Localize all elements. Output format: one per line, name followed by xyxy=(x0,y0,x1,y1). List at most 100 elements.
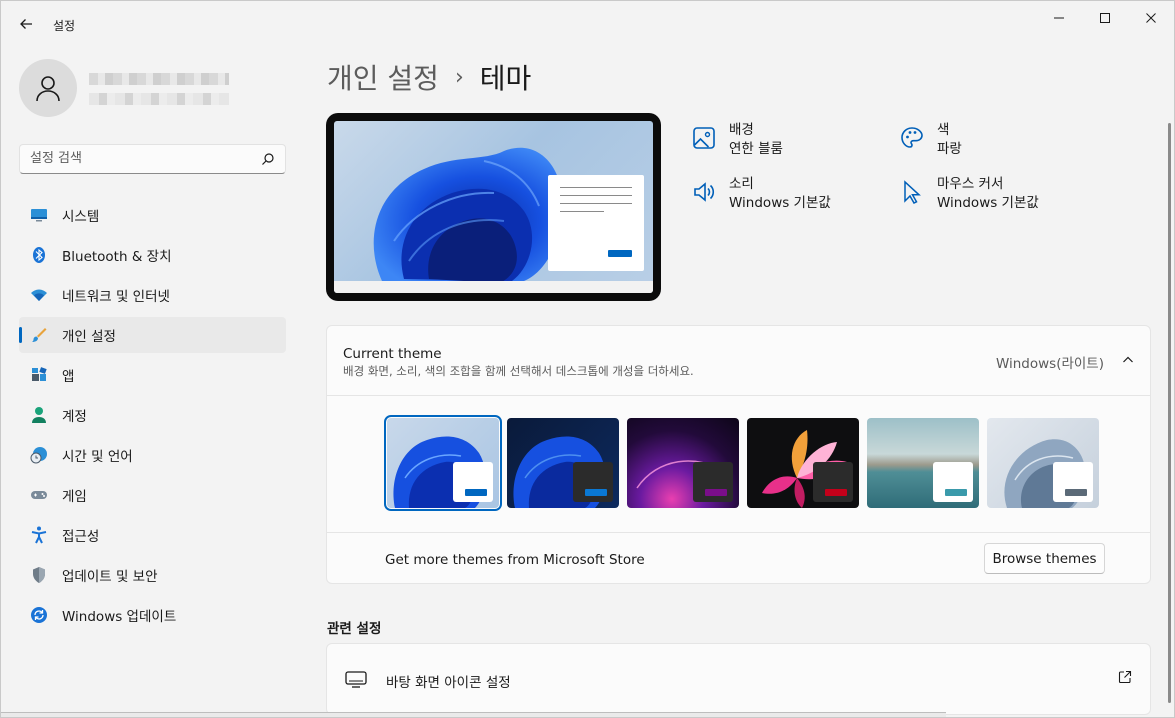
vertical-scrollbar[interactable] xyxy=(1168,123,1171,703)
theme-thumbnail-windows-dark[interactable] xyxy=(507,418,619,508)
current-theme-value: Windows(라이트) xyxy=(995,356,1104,372)
current-theme-header[interactable]: Current theme 배경 화면, 소리, 색의 조합을 함께 선택해서 … xyxy=(327,326,1150,396)
preview-text-line xyxy=(560,195,632,196)
sidebar-item-windows-update[interactable]: Windows 업데이트 xyxy=(19,597,286,633)
minimize-icon xyxy=(1054,17,1064,19)
sidebar-item-label: Windows 업데이트 xyxy=(62,609,177,625)
sidebar-item-personalization[interactable]: 개인 설정 xyxy=(19,317,286,353)
theme-thumbnail-captured-motion[interactable] xyxy=(747,418,859,508)
sidebar-item-label: 접근성 xyxy=(62,529,100,545)
theme-thumbnail-windows-light[interactable] xyxy=(384,415,502,511)
sidebar-item-gaming[interactable]: 게임 xyxy=(19,477,286,513)
chevron-up-icon[interactable] xyxy=(1122,354,1134,366)
wifi-icon xyxy=(29,285,49,305)
sidebar-item-label: 앱 xyxy=(62,369,75,385)
theme-accent-swatch xyxy=(825,489,847,496)
monitor-icon xyxy=(29,205,49,225)
preview-screen xyxy=(334,121,653,293)
bluetooth-icon xyxy=(29,245,49,265)
external-link-icon xyxy=(1118,670,1132,684)
search-input[interactable] xyxy=(30,151,250,166)
color-setting[interactable]: 색 파랑 xyxy=(899,121,962,159)
store-row: Get more themes from Microsoft Store Bro… xyxy=(327,533,1150,583)
blurred-user-email xyxy=(89,93,229,105)
sidebar-item-accessibility[interactable]: 접근성 xyxy=(19,517,286,553)
preview-text-line xyxy=(560,187,632,188)
theme-thumbnail-flow[interactable] xyxy=(987,418,1099,508)
preview-text-line xyxy=(560,203,632,204)
window-controls xyxy=(1036,1,1174,35)
breadcrumb-parent[interactable]: 개인 설정 xyxy=(327,57,439,97)
theme-sample-card xyxy=(453,462,493,502)
sidebar-item-network[interactable]: 네트워크 및 인터넷 xyxy=(19,277,286,313)
close-button[interactable] xyxy=(1128,1,1174,35)
title-bar: 설정 xyxy=(1,1,1174,49)
preview-accent-button xyxy=(608,250,632,257)
brush-icon xyxy=(29,325,49,345)
sidebar-item-label: 업데이트 및 보안 xyxy=(62,569,158,585)
theme-gallery xyxy=(327,396,1150,533)
mouse-cursor-setting[interactable]: 마우스 커서 Windows 기본값 xyxy=(899,175,1039,213)
gamepad-icon xyxy=(29,485,49,505)
sidebar-item-label: Bluetooth & 장치 xyxy=(62,249,172,265)
sidebar-item-system[interactable]: 시스템 xyxy=(19,197,286,233)
sidebar-item-label: 시스템 xyxy=(62,209,100,225)
theme-properties: 배경 연한 블룸 색 파랑 소리 Windows 기본값 마우스 커서 Wind… xyxy=(691,121,1111,221)
store-text: Get more themes from Microsoft Store xyxy=(385,552,645,568)
sidebar-item-update-security[interactable]: 업데이트 및 보안 xyxy=(19,557,286,593)
close-icon xyxy=(1146,13,1156,23)
arrow-left-icon xyxy=(20,19,32,29)
cursor-icon xyxy=(904,180,921,204)
theme-accent-swatch xyxy=(705,489,727,496)
refresh-icon xyxy=(29,605,49,625)
maximize-button[interactable] xyxy=(1082,1,1128,35)
theme-sample-card xyxy=(813,462,853,502)
theme-sample-card xyxy=(1053,462,1093,502)
sidebar-item-label: 계정 xyxy=(62,409,87,425)
property-value: Windows 기본값 xyxy=(937,195,1039,211)
related-settings-heading: 관련 설정 xyxy=(327,621,382,637)
theme-preview xyxy=(326,113,661,301)
theme-accent-swatch xyxy=(465,489,487,496)
background-setting[interactable]: 배경 연한 블룸 xyxy=(691,121,783,159)
sound-setting[interactable]: 소리 Windows 기본값 xyxy=(691,175,831,213)
browse-themes-button[interactable]: Browse themes xyxy=(984,543,1105,574)
desktop-icon xyxy=(345,671,367,688)
theme-thumbnail-sunrise[interactable] xyxy=(867,418,979,508)
current-theme-description: 배경 화면, 소리, 색의 조합을 함께 선택해서 데스크톱에 개성을 더하세요… xyxy=(343,364,694,378)
user-profile[interactable] xyxy=(19,59,289,121)
theme-accent-swatch xyxy=(945,489,967,496)
sidebar-item-label: 개인 설정 xyxy=(62,329,116,345)
desktop-icon-settings-row[interactable]: 바탕 화면 아이콘 설정 xyxy=(326,643,1151,715)
sidebar-item-bluetooth[interactable]: Bluetooth & 장치 xyxy=(19,237,286,273)
sidebar-item-label: 네트워크 및 인터넷 xyxy=(62,289,170,305)
shield-icon xyxy=(29,565,49,585)
preview-sample-window xyxy=(548,175,644,271)
accessibility-icon xyxy=(29,525,49,545)
sidebar-nav: 시스템 Bluetooth & 장치 네트워크 및 인터넷 개인 설정 앱 계정… xyxy=(19,197,286,637)
current-theme-card: Current theme 배경 화면, 소리, 색의 조합을 함께 선택해서 … xyxy=(326,325,1151,584)
settings-window: 설정 시스템 xyxy=(0,0,1175,718)
sidebar-item-label: 시간 및 언어 xyxy=(62,449,133,465)
back-button[interactable] xyxy=(13,11,39,37)
property-title: 색 xyxy=(937,122,950,138)
property-title: 배경 xyxy=(729,122,754,138)
theme-thumbnail-glow[interactable] xyxy=(627,418,739,508)
property-value: 연한 블룸 xyxy=(729,141,783,157)
settings-search[interactable] xyxy=(19,144,286,174)
property-value: 파랑 xyxy=(937,141,962,157)
preview-text-line xyxy=(560,211,604,212)
sidebar-item-time-language[interactable]: 시간 및 언어 xyxy=(19,437,286,473)
blurred-user-name xyxy=(89,73,229,85)
theme-sample-card xyxy=(933,462,973,502)
background-window-edge xyxy=(1,712,946,717)
breadcrumb: 개인 설정 › 테마 xyxy=(327,57,531,97)
theme-sample-card xyxy=(573,462,613,502)
sidebar-item-label: 게임 xyxy=(62,489,87,505)
sidebar-item-apps[interactable]: 앱 xyxy=(19,357,286,393)
person-icon xyxy=(29,405,49,425)
palette-icon xyxy=(901,127,923,148)
minimize-button[interactable] xyxy=(1036,1,1082,35)
sidebar-item-accounts[interactable]: 계정 xyxy=(19,397,286,433)
app-title: 설정 xyxy=(53,19,76,33)
